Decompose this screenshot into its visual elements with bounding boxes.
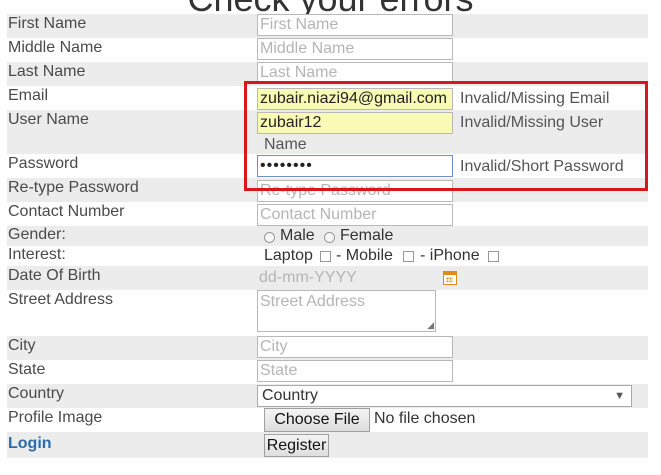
first-name-input[interactable]: First Name [257, 14, 453, 36]
retype-password-label: Re-type Password [8, 179, 139, 196]
city-label: City [8, 337, 36, 354]
profile-image-label: Profile Image [8, 409, 103, 426]
middle-name-label: Middle Name [8, 39, 103, 56]
register-button[interactable]: Register [264, 434, 329, 457]
resize-handle-icon[interactable]: ◢ [427, 321, 434, 330]
password-input[interactable]: •••••••• [257, 155, 453, 177]
user-name-error-wrap: Name [264, 136, 307, 153]
calendar-icon[interactable] [443, 271, 457, 285]
user-name-label: User Name [8, 111, 89, 128]
interest-laptop-label: Laptop [264, 247, 313, 264]
gender-female-label: Female [340, 227, 394, 244]
interest-iphone-checkbox[interactable] [488, 251, 499, 262]
country-label: Country [8, 385, 65, 402]
gender-male-radio[interactable] [264, 232, 275, 243]
city-input[interactable]: City [257, 336, 453, 358]
dropdown-arrow-icon: ▼ [614, 390, 625, 402]
email-label: Email [8, 87, 49, 104]
middle-name-input[interactable]: Middle Name [257, 38, 453, 60]
choose-file-button[interactable]: Choose File [264, 408, 370, 432]
country-selected-value: Country [262, 387, 319, 404]
contact-number-label: Contact Number [8, 203, 125, 220]
country-select[interactable]: Country ▼ [257, 385, 632, 407]
email-input[interactable]: zubair.niazi94@gmail.com [257, 88, 453, 110]
state-input[interactable]: State [257, 360, 453, 382]
street-address-placeholder: Street Address [260, 293, 365, 310]
user-name-error: Invalid/Missing User [460, 114, 604, 131]
last-name-label: Last Name [8, 63, 86, 80]
password-label: Password [8, 155, 79, 172]
date-of-birth-input[interactable]: dd-mm-YYYY [257, 268, 435, 290]
interest-mobile-label: - Mobile [336, 247, 393, 264]
user-name-input[interactable]: zubair12 [257, 112, 453, 134]
interest-iphone-label: - iPhone [420, 247, 480, 264]
gender-label: Gender: [8, 226, 66, 243]
state-label: State [8, 361, 46, 378]
interest-mobile-checkbox[interactable] [403, 251, 414, 262]
email-error: Invalid/Missing Email [460, 90, 610, 107]
street-address-label: Street Address [8, 291, 113, 308]
gender-male-label: Male [280, 227, 315, 244]
interest-label: Interest: [8, 246, 66, 263]
password-error: Invalid/Short Password [460, 158, 624, 175]
gender-female-radio[interactable] [324, 232, 335, 243]
file-status-text: No file chosen [374, 410, 476, 427]
street-address-textarea[interactable]: Street Address ◢ [257, 290, 436, 332]
first-name-label: First Name [8, 15, 87, 32]
date-of-birth-label: Date Of Birth [8, 267, 101, 284]
interest-laptop-checkbox[interactable] [320, 251, 331, 262]
retype-password-input[interactable]: Re-type Password [257, 180, 453, 202]
login-link[interactable]: Login [8, 435, 52, 453]
last-name-input[interactable]: Last Name [257, 62, 453, 82]
contact-number-input[interactable]: Contact Number [257, 204, 453, 226]
